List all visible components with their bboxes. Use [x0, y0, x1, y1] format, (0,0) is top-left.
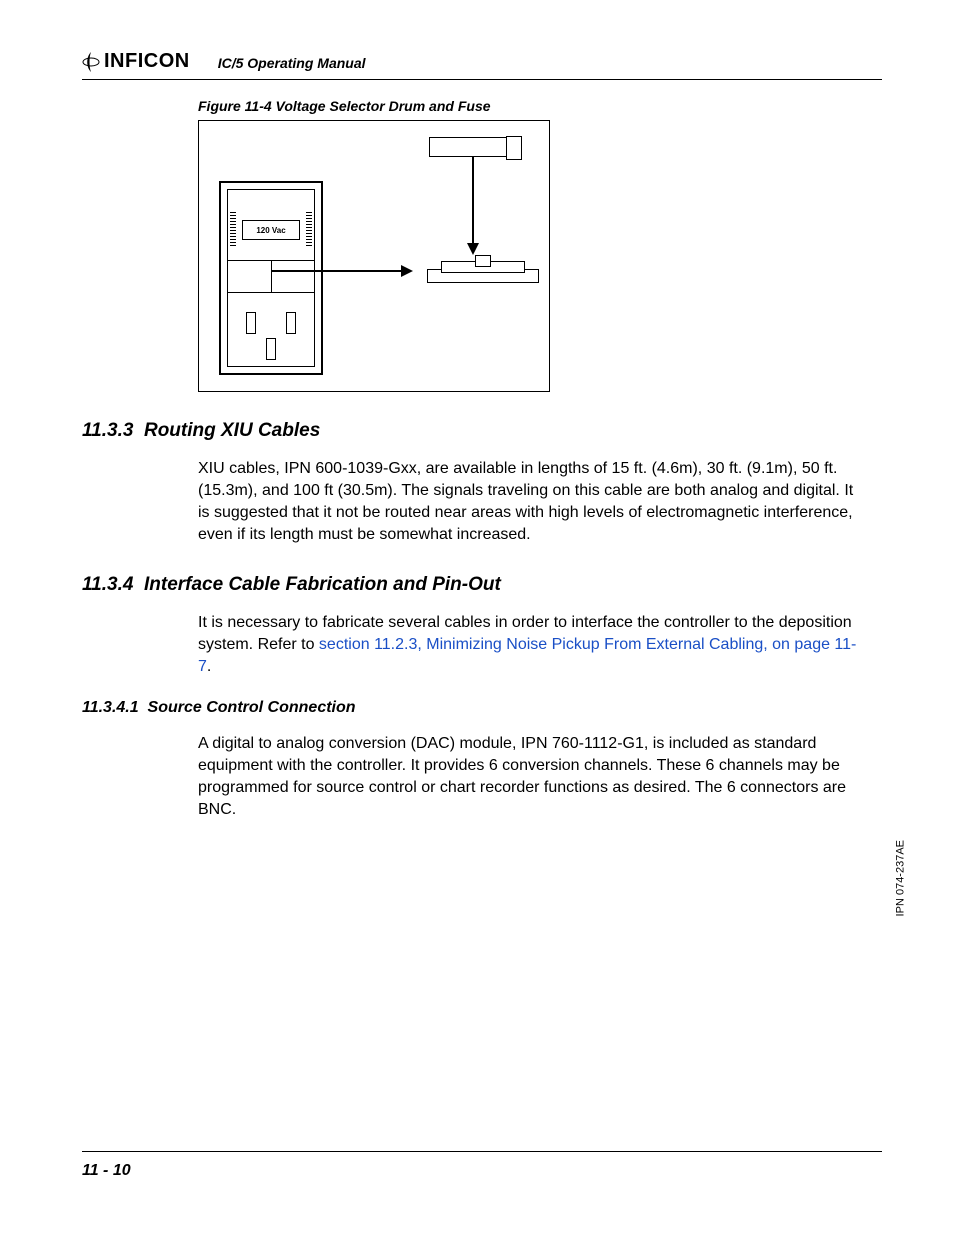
heading-11-3-3: 11.3.3 Routing XIU Cables [82, 420, 882, 442]
arrow-right-icon [271, 270, 411, 272]
heading-number: 11.3.4.1 [82, 699, 139, 716]
heading-text: Routing XIU Cables [144, 420, 320, 441]
heading-text: Interface Cable Fabrication and Pin-Out [144, 574, 501, 595]
figure-11-4: 120 Vac [198, 120, 550, 392]
arrow-down-icon [472, 157, 474, 253]
brand-logo: INFICON [82, 50, 190, 73]
inficon-mark-icon [82, 51, 100, 73]
page-number: 11 - 10 [82, 1162, 131, 1179]
paragraph-xiu-cables: XIU cables, IPN 600-1039-Gxx, are availa… [198, 458, 862, 546]
paragraph-interface-cable: It is necessary to fabricate several cab… [198, 612, 862, 678]
paragraph-source-control: A digital to analog conversion (DAC) mod… [198, 733, 862, 821]
heading-11-3-4-1: 11.3.4.1 Source Control Connection [82, 699, 882, 717]
voltage-label: 120 Vac [242, 220, 300, 240]
figure-caption: Figure 11-4 Voltage Selector Drum and Fu… [198, 98, 882, 114]
voltage-drum-icon: 120 Vac [219, 181, 323, 375]
fuse-cover-side-icon [427, 261, 537, 281]
heading-text: Source Control Connection [148, 699, 356, 716]
heading-11-3-4: 11.3.4 Interface Cable Fabrication and P… [82, 574, 882, 596]
document-ipn: IPN 074-237AE [894, 840, 906, 916]
text-run: . [207, 658, 211, 675]
page-header: INFICON IC/5 Operating Manual [82, 50, 882, 80]
heading-number: 11.3.4 [82, 574, 133, 595]
brand-name: INFICON [104, 50, 190, 73]
heading-number: 11.3.3 [82, 420, 133, 441]
page-footer: 11 - 10 [82, 1151, 882, 1180]
fuse-cover-top-icon [429, 137, 521, 157]
manual-title: IC/5 Operating Manual [218, 55, 366, 73]
